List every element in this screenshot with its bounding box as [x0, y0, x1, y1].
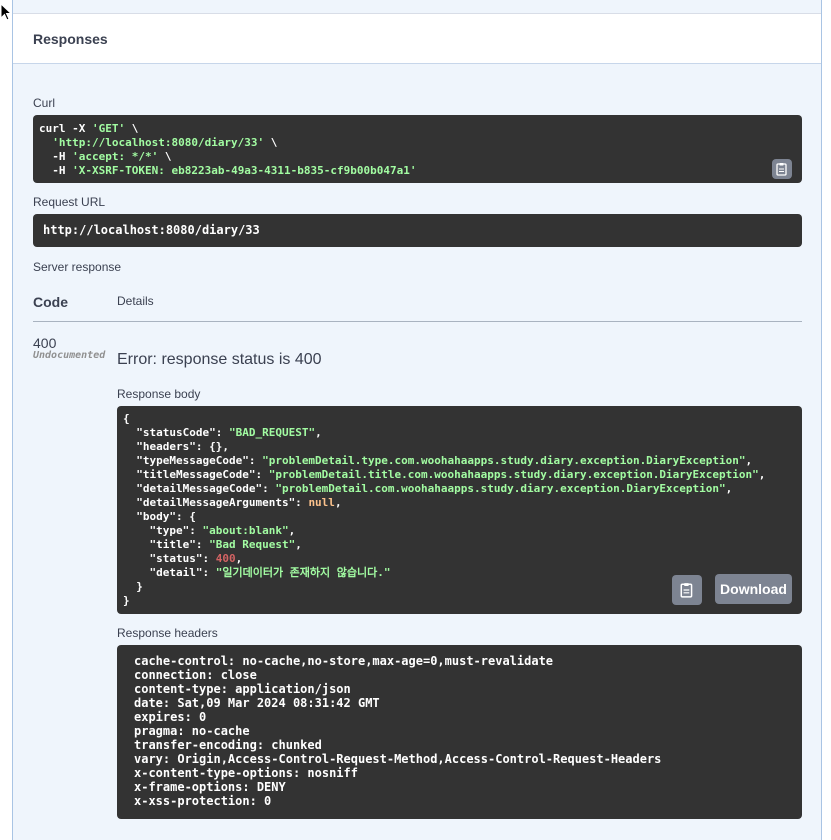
json-value: "problemDetail.com.woohahaapps.study.dia…	[275, 482, 726, 495]
curl-label: Curl	[33, 96, 56, 110]
json-line: {	[123, 412, 796, 426]
json-value: "일기데이터가 존재하지 않습니다."	[215, 566, 391, 579]
response-headers-code[interactable]: cache-control: no-cache,no-store,max-age…	[117, 645, 802, 819]
response-body-label: Response body	[117, 387, 201, 401]
json-line: "titleMessageCode": "problemDetail.title…	[123, 468, 796, 482]
json-key: }	[123, 594, 130, 607]
mouse-cursor-icon	[0, 3, 13, 21]
json-key: "titleMessageCode":	[123, 468, 269, 481]
header-line: cache-control: no-cache,no-store,max-age…	[134, 654, 554, 668]
undocumented-badge: Undocumented	[33, 350, 106, 361]
line-continuation: \	[125, 122, 139, 135]
curl-accept-header: 'accept: */*'	[72, 150, 159, 163]
json-key: "status":	[123, 552, 216, 565]
json-key: }	[123, 580, 143, 593]
curl-url: 'http://localhost:8080/diary/33'	[52, 136, 265, 149]
download-button[interactable]: Download	[715, 574, 792, 604]
json-key: "statusCode":	[123, 426, 229, 439]
json-punct: ,	[288, 524, 296, 537]
json-key: "typeMessageCode":	[123, 454, 263, 467]
json-key: "title":	[123, 538, 210, 551]
json-line: "typeMessageCode": "problemDetail.type.c…	[123, 454, 796, 468]
server-response-label: Server response	[33, 260, 122, 274]
request-url-value[interactable]: http://localhost:8080/diary/33	[33, 214, 802, 247]
responses-panel: Responses Curl curl -X 'GET' \ 'http://l…	[12, 0, 822, 840]
json-line: "status": 400,	[123, 552, 796, 566]
curl-method: 'GET'	[91, 122, 126, 135]
json-value: {	[123, 412, 130, 425]
json-line: "detailMessageCode": "problemDetail.com.…	[123, 482, 796, 496]
json-value: "problemDetail.type.com.woohahaapps.stud…	[262, 454, 746, 467]
header-line: connection: close	[134, 668, 257, 682]
header-line: x-xss-protection: 0	[134, 794, 272, 808]
line-continuation: \	[158, 150, 172, 163]
json-key: "detail":	[123, 566, 216, 579]
json-punct: ,	[745, 454, 753, 467]
header-line: x-frame-options: DENY	[134, 780, 286, 794]
json-value: "BAD_REQUEST"	[228, 426, 316, 439]
details-column-header: Details	[117, 294, 154, 308]
json-key: "detailMessageCode":	[123, 482, 276, 495]
json-key: "headers": {},	[123, 440, 229, 453]
header-line: date: Sat,09 Mar 2024 08:31:42 GMT	[134, 696, 380, 710]
json-punct: ,	[758, 468, 766, 481]
curl-xsrf-header: 'X-XSRF-TOKEN: eb8223ab-49a3-4311-b835-c…	[72, 164, 417, 177]
code-column-header: Code	[33, 294, 68, 310]
header-line: pragma: no-cache	[134, 724, 250, 738]
json-punct: ,	[725, 482, 733, 495]
status-code: 400	[33, 335, 57, 351]
json-line: "detailMessageArguments": null,	[123, 496, 796, 510]
curl-header-flag: -H	[52, 164, 73, 177]
json-key: "type":	[123, 524, 203, 537]
responses-header: Responses	[13, 13, 821, 64]
responses-title: Responses	[33, 31, 108, 47]
curl-command: curl -X	[39, 122, 92, 135]
json-line: "statusCode": "BAD_REQUEST",	[123, 426, 796, 440]
curl-copy-button[interactable]	[772, 159, 792, 179]
response-headers-label: Response headers	[117, 626, 218, 640]
header-line: expires: 0	[134, 710, 207, 724]
json-line: "title": "Bad Request",	[123, 538, 796, 552]
table-divider	[33, 321, 802, 322]
json-value: null	[308, 496, 335, 509]
json-value: "Bad Request"	[209, 538, 296, 551]
json-value: 400	[215, 552, 236, 565]
json-punct: ,	[235, 552, 243, 565]
json-punct: ,	[295, 538, 302, 551]
error-message: Error: response status is 400	[117, 351, 322, 368]
curl-header-flag: -H	[52, 150, 73, 163]
header-line: vary: Origin,Access-Control-Request-Meth…	[134, 752, 662, 766]
header-line: transfer-encoding: chunked	[134, 738, 322, 752]
line-continuation: \	[264, 136, 278, 149]
json-punct: ,	[315, 426, 322, 439]
json-key: "detailMessageArguments":	[123, 496, 309, 509]
clipboard-icon	[680, 583, 693, 598]
json-punct: ,	[334, 496, 342, 509]
clipboard-icon	[776, 163, 787, 176]
json-value: "about:blank"	[202, 524, 289, 537]
curl-code-block[interactable]: curl -X 'GET' \ 'http://localhost:8080/d…	[33, 115, 802, 183]
json-line: "headers": {},	[123, 440, 796, 454]
json-line: "body": {	[123, 510, 796, 524]
request-url-label: Request URL	[33, 195, 106, 209]
header-line: content-type: application/json	[134, 682, 351, 696]
json-key: "body": {	[123, 510, 196, 523]
json-value: "problemDetail.title.com.woohahaapps.stu…	[268, 468, 759, 481]
header-line: x-content-type-options: nosniff	[134, 766, 358, 780]
json-line: "type": "about:blank",	[123, 524, 796, 538]
response-body-copy-button[interactable]	[672, 575, 702, 605]
